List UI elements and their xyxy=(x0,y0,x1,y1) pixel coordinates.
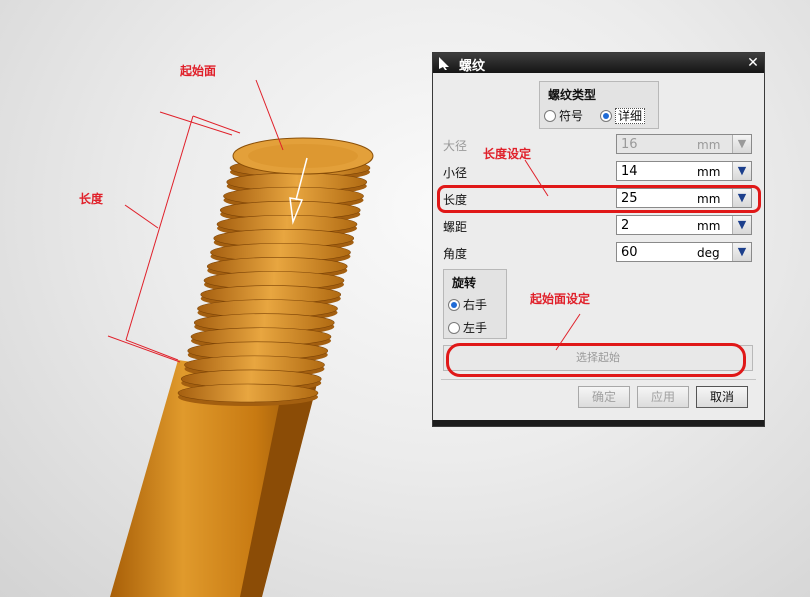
radio-detailed-icon xyxy=(600,110,612,122)
thread-ring xyxy=(177,383,319,403)
angle-dropdown-icon[interactable]: ▼ xyxy=(732,243,751,261)
rotation-group: 旋转 右手 左手 xyxy=(443,269,507,339)
cancel-button[interactable]: 取消 xyxy=(696,386,748,408)
minor-diameter-dropdown-icon[interactable]: ▼ xyxy=(732,162,751,180)
radio-left-hand-icon xyxy=(448,322,460,334)
dialog-titlebar[interactable]: 螺纹 ✕ xyxy=(433,53,764,74)
close-icon[interactable]: ✕ xyxy=(744,54,762,72)
length-row-highlight xyxy=(437,185,761,213)
label-angle: 角度 xyxy=(443,247,468,261)
radio-left-hand[interactable]: 左手 xyxy=(448,319,487,336)
apply-button[interactable]: 应用 xyxy=(637,386,689,408)
dialog-bottom-bar xyxy=(433,420,764,426)
ok-button[interactable]: 确定 xyxy=(578,386,630,408)
thread-type-group: 螺纹类型 符号 详细 xyxy=(539,81,659,129)
label-major-diameter: 大径 xyxy=(443,139,468,153)
minor-diameter-field[interactable]: 14 mm ▼ xyxy=(616,161,752,181)
annotation-length-setting: 长度设定 xyxy=(483,147,532,161)
label-minor-diameter: 小径 xyxy=(443,166,468,180)
label-pitch: 螺距 xyxy=(443,220,468,234)
radio-right-hand-icon xyxy=(448,299,460,311)
radio-right-hand[interactable]: 右手 xyxy=(448,296,487,313)
button-separator xyxy=(441,379,756,380)
radio-detailed[interactable]: 详细 xyxy=(600,107,646,124)
thread-type-title: 螺纹类型 xyxy=(548,88,597,102)
pitch-field[interactable]: 2 mm ▼ xyxy=(616,215,752,235)
rotation-title: 旋转 xyxy=(452,276,477,290)
radio-symbolic[interactable]: 符号 xyxy=(544,107,583,124)
annotation-start-face: 起始面 xyxy=(180,64,217,78)
annotation-start-face-setting: 起始面设定 xyxy=(530,292,591,306)
major-diameter-field: 16 mm ▼ xyxy=(616,134,752,154)
select-start-highlight xyxy=(446,343,746,377)
radio-symbolic-icon xyxy=(544,110,556,122)
angle-field[interactable]: 60 deg ▼ xyxy=(616,242,752,262)
major-diameter-dropdown-icon: ▼ xyxy=(732,135,751,153)
dialog-title: 螺纹 xyxy=(459,59,486,74)
cursor-icon xyxy=(439,57,449,70)
thread-rings xyxy=(177,158,371,406)
pitch-dropdown-icon[interactable]: ▼ xyxy=(732,216,751,234)
annotation-length: 长度 xyxy=(79,192,104,206)
